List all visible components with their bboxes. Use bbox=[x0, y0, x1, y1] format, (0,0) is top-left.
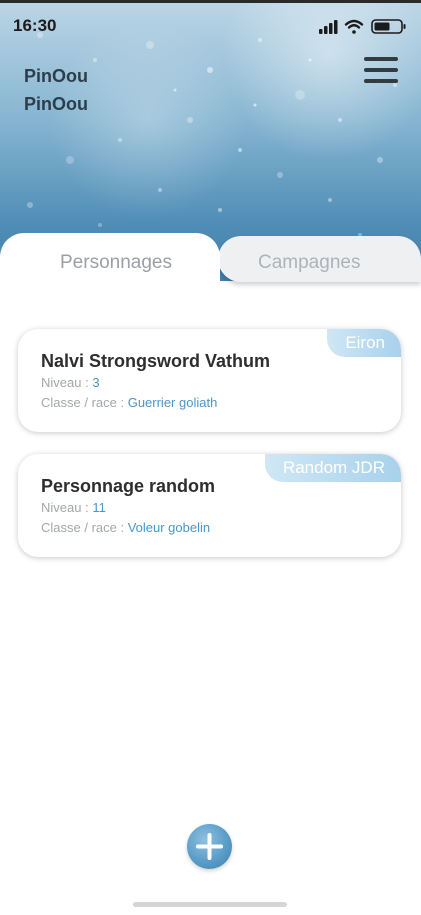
tab-personnages-label: Personnages bbox=[60, 252, 172, 273]
battery-icon bbox=[371, 19, 406, 34]
wifi-icon bbox=[344, 19, 364, 34]
tab-personnages[interactable]: Personnages bbox=[0, 233, 220, 293]
character-level: Niveau : 11 bbox=[41, 500, 106, 515]
character-level: Niveau : 3 bbox=[41, 375, 100, 390]
status-icons bbox=[319, 19, 406, 34]
level-value: 3 bbox=[92, 375, 100, 390]
tab-bar: Campagnes Personnages bbox=[0, 232, 421, 294]
status-bar: 16:30 bbox=[0, 0, 421, 52]
level-value: 11 bbox=[92, 500, 106, 515]
tab-campagnes-label: Campagnes bbox=[258, 252, 361, 273]
character-card[interactable]: Random JDR Personnage random Niveau : 11… bbox=[18, 454, 401, 557]
character-name: Personnage random bbox=[41, 476, 216, 496]
hamburger-menu-icon[interactable] bbox=[364, 55, 398, 85]
class-race-label: Classe / race : bbox=[41, 395, 128, 410]
character-name: Nalvi Strongsword Vathum bbox=[41, 351, 271, 371]
user-name: PinOou PinOou bbox=[24, 62, 144, 118]
user-name-line-1: PinOou bbox=[24, 66, 88, 86]
home-indicator bbox=[133, 902, 287, 907]
status-time: 16:30 bbox=[13, 16, 57, 35]
tab-campagnes[interactable]: Campagnes bbox=[218, 236, 421, 282]
class-race-label: Classe / race : bbox=[41, 520, 128, 535]
campaign-badge: Eiron bbox=[327, 329, 401, 357]
campaign-badge: Random JDR bbox=[264, 454, 401, 482]
add-character-button[interactable] bbox=[187, 824, 232, 869]
character-class-race: Classe / race : Guerrier goliath bbox=[41, 395, 217, 410]
class-race-value: Guerrier goliath bbox=[127, 395, 218, 410]
character-class-race: Classe / race : Voleur gobelin bbox=[41, 520, 210, 535]
plus-icon bbox=[196, 833, 223, 860]
user-name-line-2: PinOou bbox=[24, 94, 88, 114]
cellular-signal-icon bbox=[319, 20, 338, 34]
class-race-value: Voleur gobelin bbox=[127, 520, 211, 535]
level-label: Niveau : bbox=[41, 375, 93, 390]
character-card[interactable]: Eiron Nalvi Strongsword Vathum Niveau : … bbox=[18, 329, 401, 432]
level-label: Niveau : bbox=[41, 500, 93, 515]
